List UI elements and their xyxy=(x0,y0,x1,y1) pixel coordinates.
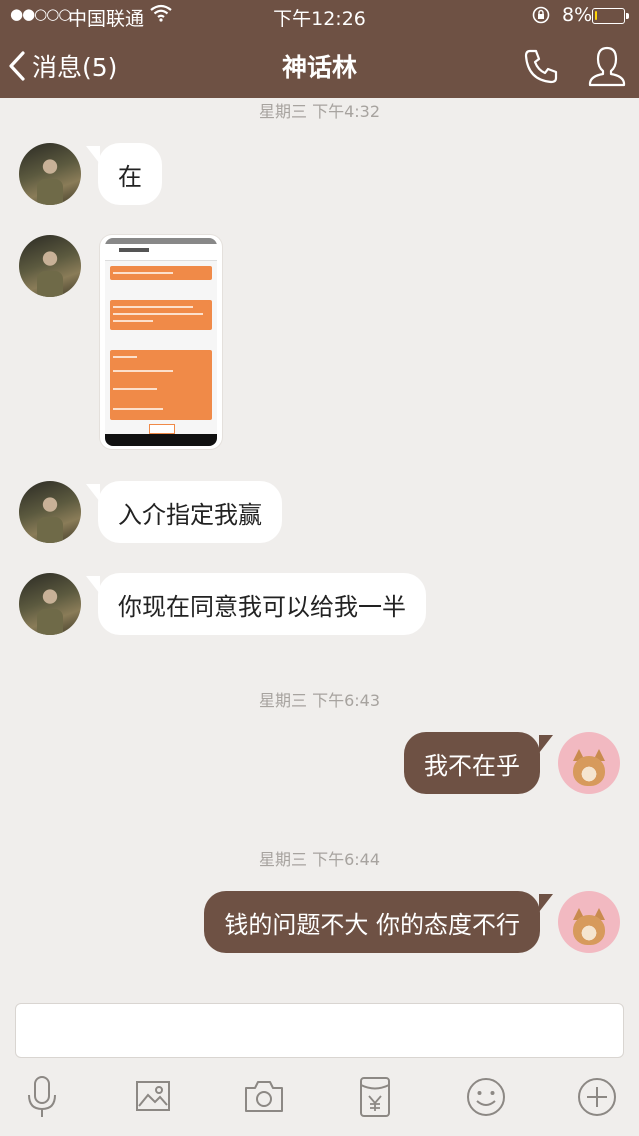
camera-icon[interactable] xyxy=(244,1079,284,1117)
image-icon[interactable] xyxy=(135,1080,171,1116)
timestamp: 星期三 下午6:44 xyxy=(258,850,381,869)
screenshot-thumbnail xyxy=(105,238,217,446)
rotation-lock-icon xyxy=(532,6,550,29)
battery-icon xyxy=(592,8,625,24)
battery-percent: 8% xyxy=(562,4,593,26)
emoji-icon[interactable] xyxy=(466,1077,506,1121)
phone-icon xyxy=(524,49,558,84)
bubble-tail xyxy=(539,894,553,912)
top-bar: ●●○○○ 中国联通 下午12:26 8% 消息(5) 神话林 xyxy=(0,0,639,98)
red-packet-icon[interactable] xyxy=(358,1076,392,1122)
message-bubble-incoming[interactable]: 入介指定我赢 xyxy=(98,481,282,543)
battery-level xyxy=(595,11,597,20)
phone-call-button[interactable] xyxy=(522,47,560,89)
plus-icon[interactable] xyxy=(577,1077,617,1121)
contact-avatar[interactable] xyxy=(19,235,81,297)
message-bubble-outgoing[interactable]: 钱的问题不大 你的态度不行 xyxy=(204,891,540,953)
message-bubble-incoming[interactable]: 在 xyxy=(98,143,162,205)
user-icon xyxy=(588,46,626,87)
contact-avatar[interactable] xyxy=(19,573,81,635)
status-bar: ●●○○○ 中国联通 下午12:26 8% xyxy=(0,0,639,32)
my-avatar[interactable] xyxy=(558,891,620,953)
my-avatar[interactable] xyxy=(558,732,620,794)
message-bubble-incoming[interactable]: 你现在同意我可以给我一半 xyxy=(98,573,426,635)
image-message[interactable] xyxy=(100,235,222,449)
microphone-icon[interactable] xyxy=(26,1075,58,1123)
message-input[interactable] xyxy=(15,1003,624,1058)
contact-avatar[interactable] xyxy=(19,143,81,205)
message-bubble-outgoing[interactable]: 我不在乎 xyxy=(404,732,540,794)
timestamp: 星期三 下午4:32 xyxy=(258,102,381,121)
bubble-tail xyxy=(539,735,553,753)
profile-button[interactable] xyxy=(587,45,627,91)
contact-avatar[interactable] xyxy=(19,481,81,543)
battery-tip xyxy=(626,13,629,19)
timestamp: 星期三 下午6:43 xyxy=(258,691,381,710)
